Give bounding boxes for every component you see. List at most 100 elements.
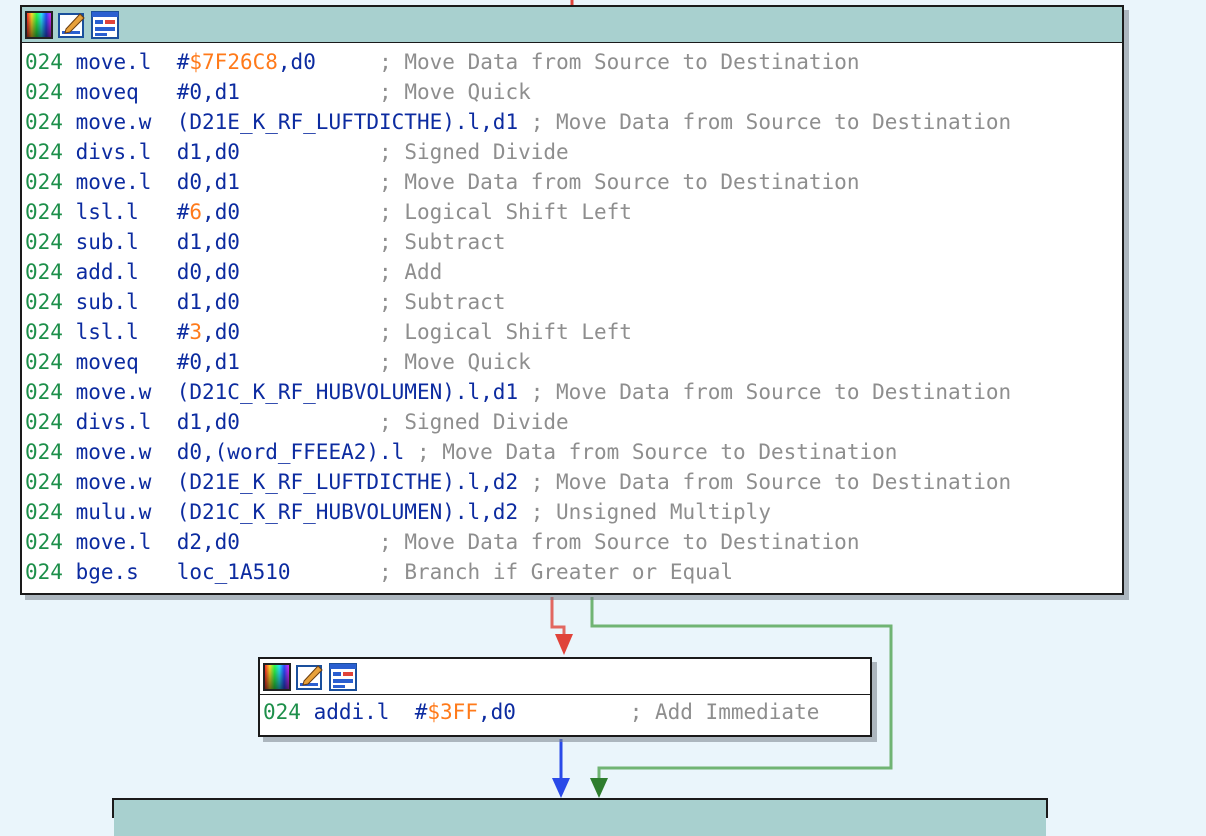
rename-icon[interactable] — [58, 11, 86, 39]
instruction-line[interactable]: 024 lsl.l #6,d0 ; Logical Shift Left — [22, 197, 1122, 227]
segment-address: 024 — [25, 470, 63, 494]
instruction-line[interactable]: 024 sub.l d1,d0 ; Subtract — [22, 287, 1122, 317]
instruction-line[interactable]: 024 move.l #$7F26C8,d0 ; Move Data from … — [22, 47, 1122, 77]
immediate-value: $3FF — [427, 700, 478, 724]
spacing — [516, 700, 630, 724]
instruction-text: d0,d0 — [176, 260, 240, 284]
palette-icon[interactable] — [25, 10, 53, 39]
instruction-text: lsl.l — [62, 200, 177, 224]
instruction-comment: ; Move Quick — [379, 350, 531, 374]
segment-address: 024 — [25, 530, 63, 554]
false-branch-arrowhead — [555, 634, 573, 655]
instruction-line[interactable]: 024 bge.s loc_1A510 ; Branch if Greater … — [22, 557, 1122, 587]
instruction-text: (D21C_K_RF_HUBVOLUMEN).l,d1 — [176, 380, 531, 404]
instruction-line[interactable]: 024 addi.l #$3FF,d0 ; Add Immediate — [260, 697, 870, 727]
instruction-comment: ; Add — [379, 260, 443, 284]
palette-icon[interactable] — [263, 662, 291, 691]
instruction-text: moveq — [62, 80, 177, 104]
spacing — [240, 170, 379, 194]
instruction-text: move.w — [62, 470, 177, 494]
instruction-text: moveq — [62, 350, 177, 374]
instruction-line[interactable]: 024 add.l d0,d0 ; Add — [22, 257, 1122, 287]
segment-address: 024 — [25, 410, 63, 434]
segment-address: 024 — [25, 200, 63, 224]
instruction-comment: ; Move Data from Source to Destination — [530, 470, 1012, 494]
instruction-line[interactable]: 024 move.w (D21E_K_RF_LUFTDICTHE).l,d2 ;… — [22, 467, 1122, 497]
instruction-text: # — [176, 320, 190, 344]
spacing — [240, 260, 379, 284]
graph-icon[interactable] — [329, 662, 357, 691]
instruction-comment: ; Move Data from Source to Destination — [530, 380, 1012, 404]
instruction-comment: ; Move Data from Source to Destination — [379, 50, 860, 74]
segment-address: 024 — [25, 350, 63, 374]
next-code-block[interactable] — [112, 798, 1048, 836]
instruction-text: (D21E_K_RF_LUFTDICTHE).l,d2 — [176, 470, 531, 494]
instruction-text: ,d0 — [277, 50, 316, 74]
instruction-text: bge.s — [62, 560, 177, 584]
spacing — [240, 320, 379, 344]
instruction-comment: ; Move Data from Source to Destination — [379, 530, 860, 554]
spacing — [291, 560, 380, 584]
main-code-block[interactable]: 024 move.l #$7F26C8,d0 ; Move Data from … — [20, 5, 1124, 595]
instruction-text: divs.l — [62, 410, 177, 434]
instruction-line[interactable]: 024 moveq #0,d1 ; Move Quick — [22, 77, 1122, 107]
instruction-text: # — [176, 50, 190, 74]
instruction-text: d1,d0 — [176, 410, 240, 434]
instruction-text: ,d0 — [202, 320, 240, 344]
segment-address: 024 — [25, 170, 63, 194]
instruction-comment: ; Logical Shift Left — [379, 200, 632, 224]
segment-address: 024 — [25, 320, 63, 344]
segment-address: 024 — [25, 260, 63, 284]
segment-address: 024 — [25, 500, 63, 524]
rename-icon[interactable] — [296, 663, 324, 691]
disassembly-listing: 024 addi.l #$3FF,d0 ; Add Immediate — [260, 695, 870, 727]
instruction-comment: ; Move Data from Source to Destination — [416, 440, 898, 464]
instruction-text: divs.l — [62, 140, 177, 164]
segment-address: 024 — [25, 140, 63, 164]
spacing — [240, 410, 379, 434]
segment-address: 024 — [25, 440, 63, 464]
segment-address: 024 — [25, 380, 63, 404]
addi-code-block[interactable]: 024 addi.l #$3FF,d0 ; Add Immediate — [258, 657, 872, 737]
graph-icon[interactable] — [91, 10, 119, 39]
instruction-line[interactable]: 024 lsl.l #3,d0 ; Logical Shift Left — [22, 317, 1122, 347]
instruction-line[interactable]: 024 move.l d0,d1 ; Move Data from Source… — [22, 167, 1122, 197]
instruction-text: move.l — [62, 530, 177, 554]
spacing — [240, 230, 379, 254]
instruction-text: move.l — [62, 50, 177, 74]
instruction-line[interactable]: 024 move.w d0,(word_FFEEA2).l ; Move Dat… — [22, 437, 1122, 467]
instruction-line[interactable]: 024 move.w (D21C_K_RF_HUBVOLUMEN).l,d1 ;… — [22, 377, 1122, 407]
instruction-text: d0,d1 — [176, 170, 240, 194]
instruction-line[interactable]: 024 move.w (D21E_K_RF_LUFTDICTHE).l,d1 ;… — [22, 107, 1122, 137]
segment-address: 024 — [25, 290, 63, 314]
instruction-line[interactable]: 024 moveq #0,d1 ; Move Quick — [22, 347, 1122, 377]
instruction-line[interactable]: 024 move.l d2,d0 ; Move Data from Source… — [22, 527, 1122, 557]
instruction-text: #0,d1 — [176, 80, 240, 104]
instruction-text: ,d0 — [477, 700, 516, 724]
spacing — [240, 80, 379, 104]
instruction-comment: ; Move Data from Source to Destination — [530, 110, 1012, 134]
instruction-text: add.l — [62, 260, 177, 284]
segment-address: 024 — [25, 560, 63, 584]
instruction-line[interactable]: 024 sub.l d1,d0 ; Subtract — [22, 227, 1122, 257]
segment-address: 024 — [263, 700, 301, 724]
block-header — [114, 800, 1046, 836]
spacing — [240, 530, 379, 554]
instruction-text: # — [414, 700, 428, 724]
instruction-line[interactable]: 024 divs.l d1,d0 ; Signed Divide — [22, 137, 1122, 167]
segment-address: 024 — [25, 230, 63, 254]
instruction-text: mulu.w — [62, 500, 177, 524]
instruction-line[interactable]: 024 mulu.w (D21C_K_RF_HUBVOLUMEN).l,d2 ;… — [22, 497, 1122, 527]
instruction-comment: ; Add Immediate — [629, 700, 820, 724]
spacing — [240, 140, 379, 164]
instruction-text: ,d0 — [202, 200, 240, 224]
instruction-line[interactable]: 024 divs.l d1,d0 ; Signed Divide — [22, 407, 1122, 437]
true-branch-arrowhead — [590, 778, 608, 798]
instruction-text: d1,d0 — [176, 230, 240, 254]
immediate-value: $7F26C8 — [189, 50, 278, 74]
instruction-text: #0,d1 — [176, 350, 240, 374]
instruction-text: d0,(word_FFEEA2).l — [176, 440, 417, 464]
disassembly-listing: 024 move.l #$7F26C8,d0 ; Move Data from … — [22, 43, 1122, 587]
segment-address: 024 — [25, 80, 63, 104]
instruction-text: d1,d0 — [176, 290, 240, 314]
